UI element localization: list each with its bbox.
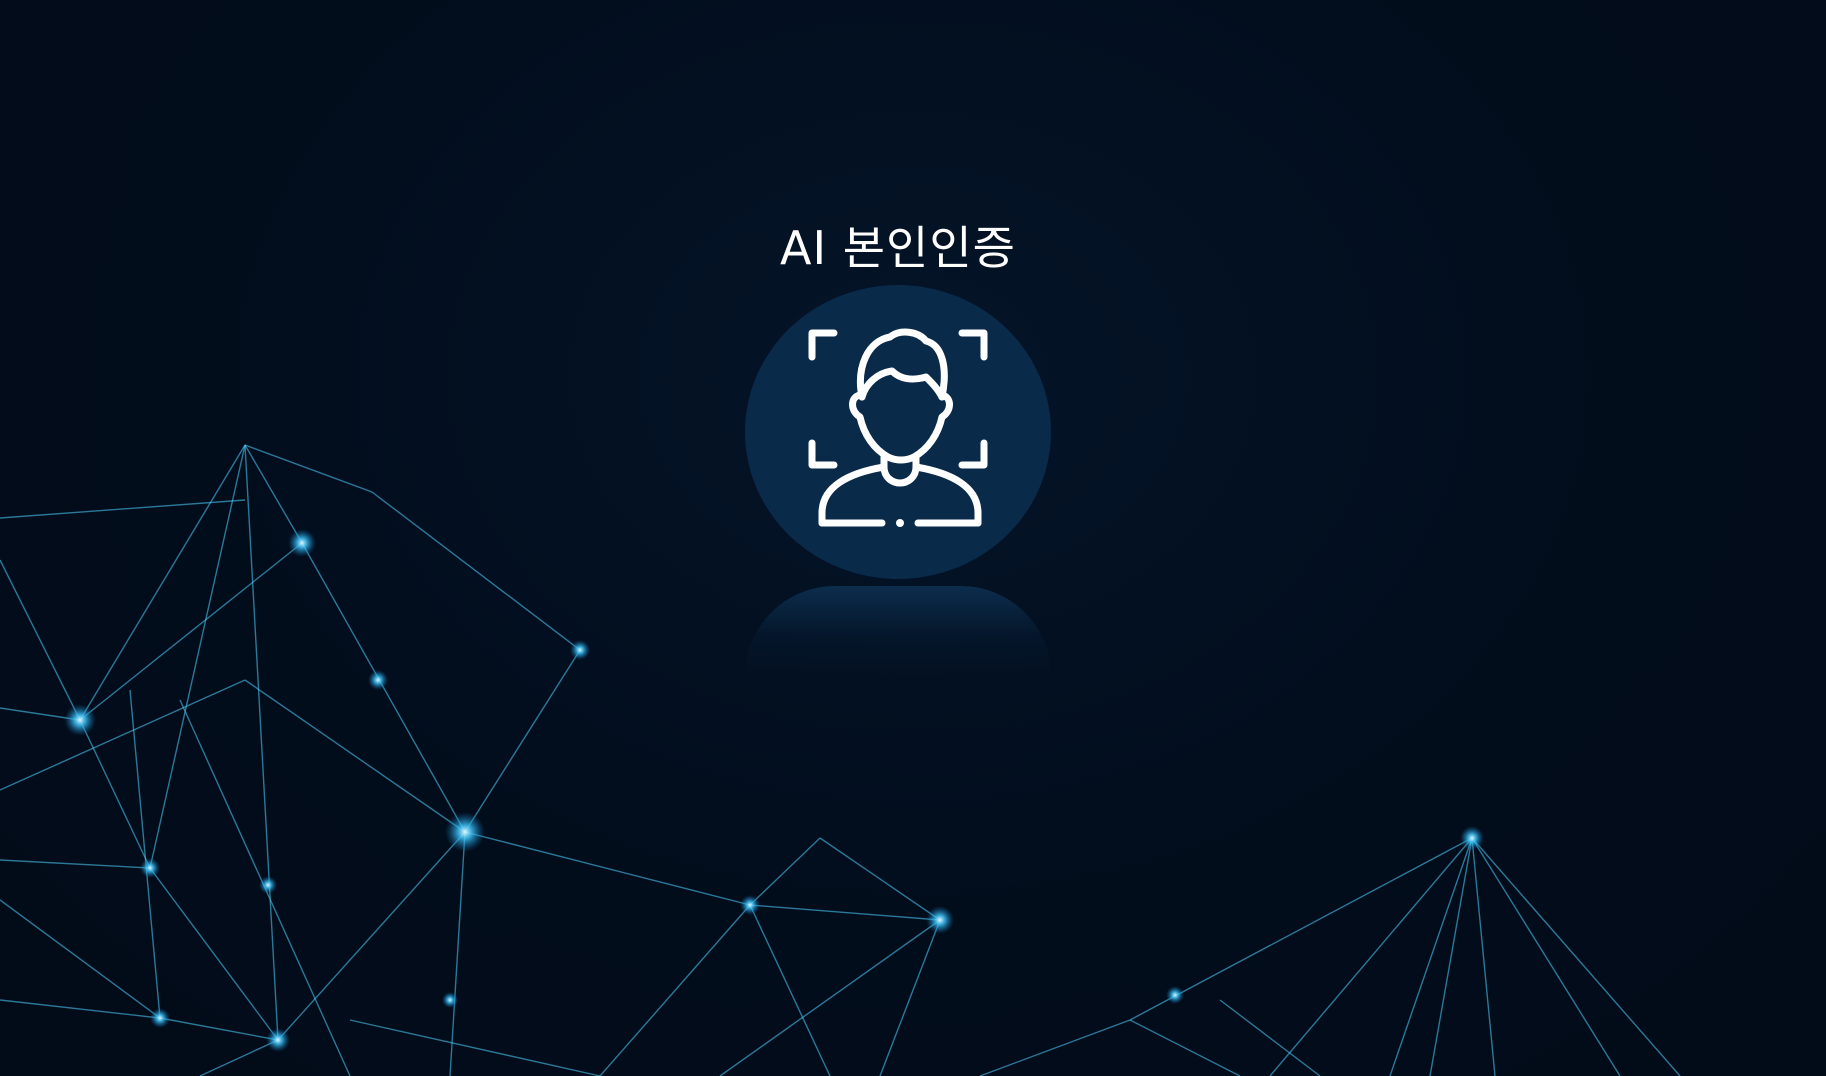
page-title: AI 본인인증 bbox=[780, 221, 1016, 275]
icon-reflection bbox=[745, 586, 1051, 676]
face-scan-button[interactable] bbox=[745, 285, 1051, 579]
auth-screen: AI 본인인증 bbox=[0, 0, 1826, 1076]
face-recognition-icon bbox=[808, 328, 988, 527]
